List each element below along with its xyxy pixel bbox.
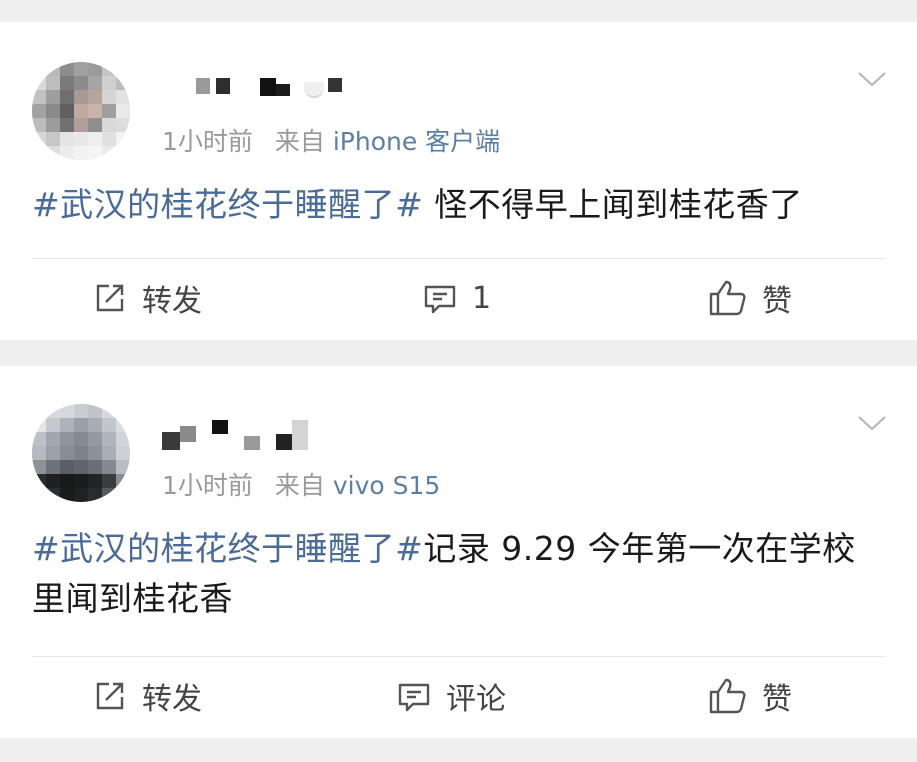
comment-icon: [398, 683, 430, 712]
comment-button[interactable]: 评论: [396, 676, 506, 717]
post-meta: 1小时前 来自 iPhone 客户端: [162, 122, 500, 158]
post-text: 怪不得早上闻到桂花香了: [423, 185, 803, 224]
comment-count: 1: [472, 280, 492, 316]
post-time: 1小时前: [162, 471, 253, 500]
post-source[interactable]: iPhone 客户端: [333, 127, 500, 156]
comment-label: 评论: [446, 682, 506, 717]
chevron-down-icon[interactable]: [857, 414, 887, 434]
post-source[interactable]: vivo S15: [333, 471, 440, 500]
like-label: 赞: [762, 284, 792, 319]
repost-icon: [96, 284, 124, 312]
post-content[interactable]: #武汉的桂花终于睡醒了#记录 9.29 今年第一次在学校里闻到桂花香: [32, 524, 877, 624]
weibo-feed: 1小时前 来自 iPhone 客户端 #武汉的桂花终于睡醒了# 怪不得早上闻到桂…: [0, 0, 917, 762]
topic-hashtag[interactable]: #武汉的桂花终于睡醒了#: [32, 529, 423, 568]
source-prefix: 来自: [274, 127, 325, 156]
comment-button[interactable]: 1: [422, 278, 491, 318]
avatar[interactable]: [32, 404, 130, 502]
topic-hashtag[interactable]: #武汉的桂花终于睡醒了#: [32, 185, 423, 224]
like-button[interactable]: 赞: [708, 278, 792, 319]
like-icon: [709, 280, 746, 316]
comment-icon: [424, 285, 456, 314]
post-card[interactable]: 1小时前 来自 vivo S15 #武汉的桂花终于睡醒了#记录 9.29 今年第…: [0, 366, 917, 738]
repost-button[interactable]: 转发: [92, 278, 202, 319]
divider: [32, 656, 885, 657]
post-card[interactable]: 1小时前 来自 iPhone 客户端 #武汉的桂花终于睡醒了# 怪不得早上闻到桂…: [0, 22, 917, 340]
divider: [32, 258, 885, 259]
chevron-down-icon[interactable]: [857, 70, 887, 90]
like-icon: [709, 678, 746, 714]
repost-label: 转发: [142, 284, 202, 319]
avatar[interactable]: [32, 62, 130, 160]
post-content[interactable]: #武汉的桂花终于睡醒了# 怪不得早上闻到桂花香了: [32, 180, 877, 230]
repost-label: 转发: [142, 682, 202, 717]
post-meta: 1小时前 来自 vivo S15: [162, 466, 440, 502]
like-label: 赞: [762, 682, 792, 717]
source-prefix: 来自: [274, 471, 325, 500]
repost-button[interactable]: 转发: [92, 676, 202, 717]
like-button[interactable]: 赞: [708, 676, 792, 717]
post-time: 1小时前: [162, 127, 253, 156]
repost-icon: [96, 682, 124, 710]
